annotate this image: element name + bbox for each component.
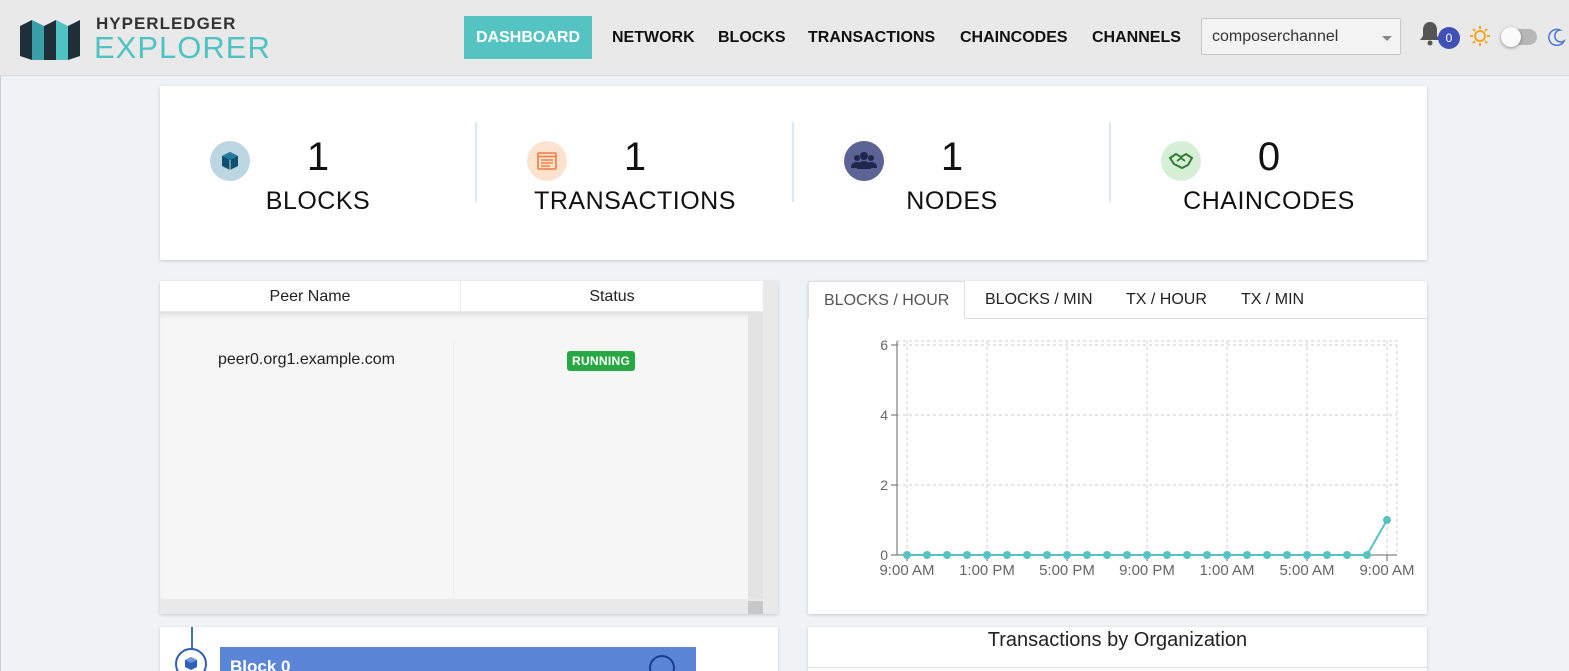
- chart-data-point: [1203, 551, 1211, 559]
- nav-blocks[interactable]: BLOCKS: [718, 16, 786, 59]
- chart-data-point: [1063, 551, 1071, 559]
- chart-data-point: [1383, 516, 1391, 524]
- chevron-down-icon: [1382, 36, 1392, 41]
- chart-data-point: [1223, 551, 1231, 559]
- chart-x-tick-label: 9:00 AM: [1359, 562, 1414, 579]
- stat-label: TRANSACTIONS: [534, 187, 736, 215]
- timeline-line: [191, 627, 193, 649]
- block-header[interactable]: Block 0: [220, 647, 696, 671]
- transactions-by-org-card: Transactions by Organization: [808, 627, 1427, 671]
- chart-data-point: [1303, 551, 1311, 559]
- theme-toggle-knob: [1501, 27, 1521, 47]
- chart-data-point: [1083, 551, 1091, 559]
- chart-data-point: [963, 551, 971, 559]
- org-chart-title: Transactions by Organization: [987, 629, 1248, 651]
- chart-x-tick-label: 1:00 PM: [959, 562, 1015, 579]
- cube-icon: [175, 648, 207, 671]
- nav-network[interactable]: NETWORK: [612, 16, 695, 59]
- chart-data-point: [1163, 551, 1171, 559]
- theme-toggle[interactable]: [1501, 27, 1537, 47]
- chart-data-point: [1263, 551, 1271, 559]
- stat-value: 1: [940, 135, 964, 179]
- chart-y-tick-label: 6: [880, 337, 888, 353]
- chart-data-point: [1323, 551, 1331, 559]
- chart-y-tick-label: 0: [880, 547, 888, 563]
- chart-x-tick-label: 5:00 AM: [1279, 562, 1334, 579]
- tab-blocks-per-hour[interactable]: BLOCKS / HOUR: [808, 281, 966, 319]
- vertical-scrollbar[interactable]: [763, 281, 778, 614]
- column-divider: [453, 342, 454, 597]
- chart-x-tick-label: 5:00 PM: [1039, 562, 1095, 579]
- sun-icon: [1470, 26, 1490, 46]
- nav-dashboard[interactable]: DASHBOARD: [464, 16, 592, 59]
- channel-select-value: composerchannel: [1212, 28, 1339, 45]
- stat-transactions[interactable]: 1 TRANSACTIONS: [477, 86, 793, 260]
- tab-blocks-per-min[interactable]: BLOCKS / MIN: [970, 281, 1108, 319]
- nav-chaincodes[interactable]: CHAINCODES: [960, 16, 1068, 59]
- stat-label: CHAINCODES: [1183, 187, 1355, 215]
- chart-data-point: [1283, 551, 1291, 559]
- tab-tx-per-min[interactable]: TX / MIN: [1226, 281, 1319, 319]
- blocks-per-hour-chart: 0 2 4 6 9:00 AM 1:00 PM 5:00 PM 9:00 PM 1:00 AM 5…: [879, 337, 1414, 579]
- top-navbar: HYPERLEDGER EXPLORER DASHBOARD NETWORK B…: [0, 0, 1569, 76]
- horizontal-scrollbar[interactable]: [160, 599, 763, 614]
- stat-chaincodes[interactable]: 0 CHAINCODES: [1111, 86, 1427, 260]
- chart-y-tick-label: 4: [880, 407, 888, 423]
- chart-data-point: [1143, 551, 1151, 559]
- logo-mark-icon: [20, 20, 80, 60]
- block-title: Block 0: [230, 657, 291, 671]
- chart-data-point: [983, 551, 991, 559]
- moon-icon: [1548, 28, 1566, 46]
- scrollbar-corner: [748, 601, 763, 614]
- stat-label: BLOCKS: [265, 187, 371, 215]
- chart-x-tick-label: 9:00 PM: [1119, 562, 1175, 579]
- nav-transactions[interactable]: TRANSACTIONS: [808, 16, 935, 59]
- column-header-status[interactable]: Status: [461, 281, 763, 312]
- chart-data-point: [1123, 551, 1131, 559]
- chart-data-point: [1343, 551, 1351, 559]
- scrollbar-track-inner: [748, 312, 763, 599]
- chart-data-point: [1023, 551, 1031, 559]
- chart-x-tick-label: 1:00 AM: [1199, 562, 1254, 579]
- chart-tabs: BLOCKS / HOUR BLOCKS / MIN TX / HOUR TX …: [808, 281, 1427, 319]
- chart-data-point: [943, 551, 951, 559]
- stats-card: 1 BLOCKS 1 TRANSACTIONS 1 NODES 0 CHAINC…: [160, 86, 1427, 260]
- chart-data-point: [903, 551, 911, 559]
- peer-table-body: peer0.org1.example.com RUNNING: [160, 312, 748, 599]
- chart-data-point: [1043, 551, 1051, 559]
- tab-tx-per-hour[interactable]: TX / HOUR: [1111, 281, 1222, 319]
- chart-y-tick-label: 2: [880, 477, 888, 493]
- stat-label: NODES: [906, 187, 998, 215]
- peer-table-header: Peer Name Status: [160, 281, 763, 312]
- blocks-timeline-card: Block 0: [160, 627, 778, 671]
- stat-nodes[interactable]: 1 NODES: [794, 86, 1110, 260]
- chart-data-point: [1183, 551, 1191, 559]
- notification-count-badge: 0: [1438, 27, 1460, 49]
- logo-text-bottom: EXPLORER: [94, 30, 271, 65]
- stat-value: 1: [306, 135, 330, 179]
- chart-x-tick-label: 9:00 AM: [879, 562, 934, 579]
- channel-select[interactable]: composerchannel: [1201, 18, 1401, 55]
- chart-data-point: [1363, 551, 1371, 559]
- hyperledger-explorer-logo[interactable]: HYPERLEDGER EXPLORER: [18, 14, 278, 65]
- peer-table: Peer Name Status peer0.org1.example.com …: [160, 281, 778, 614]
- stat-value: 1: [623, 135, 647, 179]
- stat-blocks[interactable]: 1 BLOCKS: [160, 86, 476, 260]
- status-badge: RUNNING: [567, 351, 636, 371]
- page-left-border: [0, 76, 1, 671]
- chart-data-point: [1243, 551, 1251, 559]
- chart-data-point: [1103, 551, 1111, 559]
- divider: [808, 667, 1427, 668]
- chart-data-point: [1003, 551, 1011, 559]
- stat-value: 0: [1257, 135, 1281, 179]
- nav-channels[interactable]: CHANNELS: [1092, 16, 1181, 59]
- chart-series-line: [907, 519, 1388, 556]
- chart-card: BLOCKS / HOUR BLOCKS / MIN TX / HOUR TX …: [808, 281, 1427, 614]
- peer-name-cell: peer0.org1.example.com: [218, 351, 395, 368]
- column-header-peer-name[interactable]: Peer Name: [160, 281, 461, 312]
- chart-data-point: [923, 551, 931, 559]
